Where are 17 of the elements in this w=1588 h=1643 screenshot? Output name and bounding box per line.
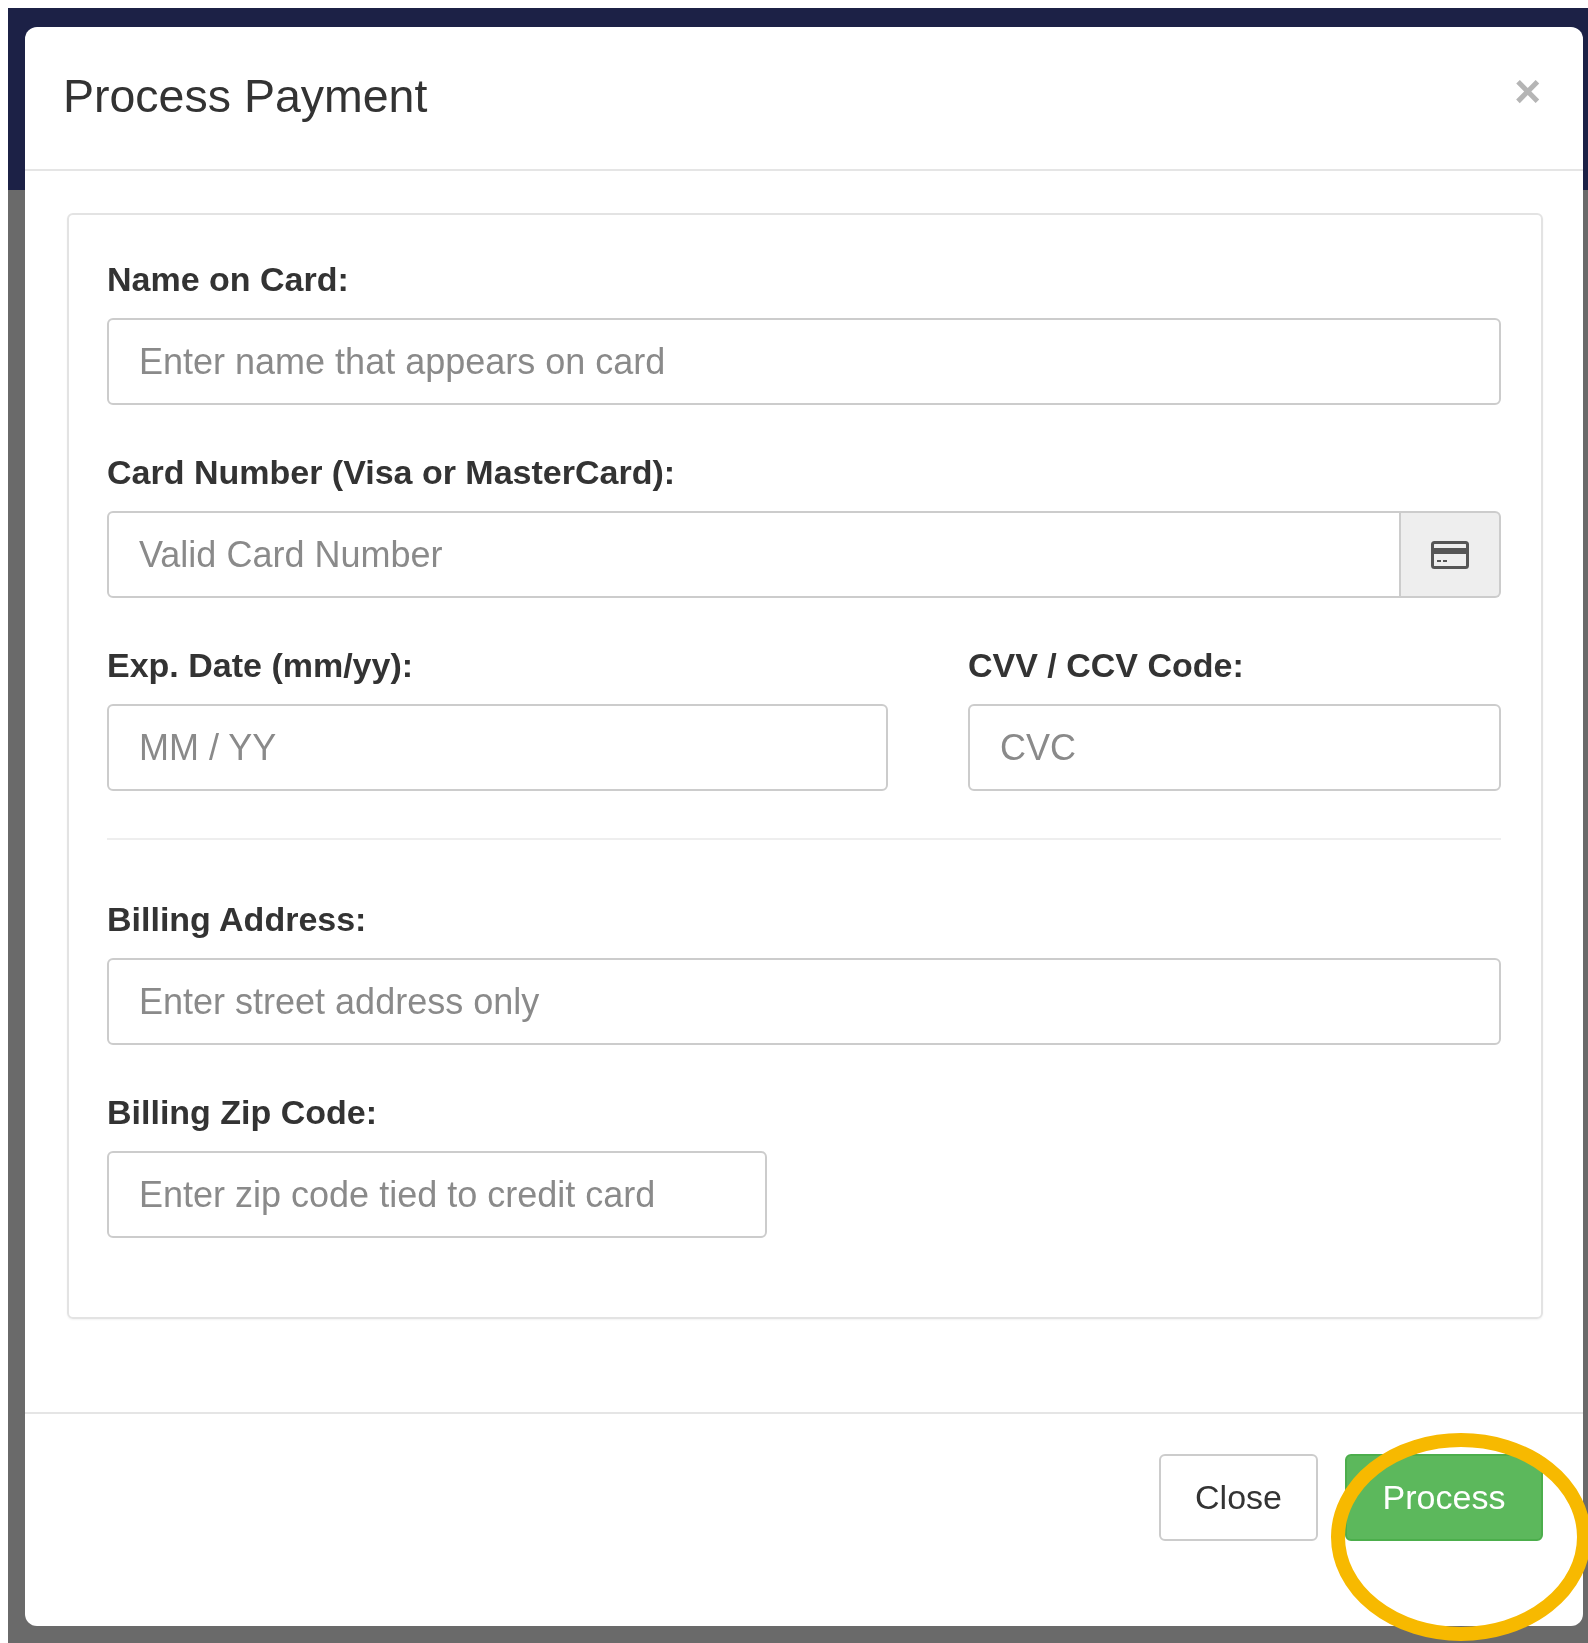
field-label: Name on Card: <box>107 259 350 299</box>
input-field[interactable]: Enter street address only <box>107 958 1501 1045</box>
field-label: CVV / CCV Code: <box>968 645 1245 685</box>
close-dialog-button[interactable]: Close <box>1159 1454 1318 1541</box>
input-field[interactable]: MM / YY <box>107 704 888 791</box>
dialog-title: Process Payment <box>63 70 428 122</box>
input-field[interactable]: Enter zip code tied to credit card <box>107 1151 767 1238</box>
field-label: Card Number (Visa or MasterCard): <box>107 452 677 492</box>
field-label: Exp. Date (mm/yy): <box>107 645 415 685</box>
credit-card-icon <box>1431 540 1469 569</box>
input-field[interactable]: Enter name that appears on card <box>107 318 1501 405</box>
input-field[interactable]: CVC <box>968 704 1501 791</box>
field-label: Billing Address: <box>107 899 368 939</box>
process-button[interactable]: Process <box>1345 1454 1543 1541</box>
field-label: Billing Zip Code: <box>107 1092 379 1132</box>
card-number-field[interactable]: Valid Card Number <box>107 511 1401 598</box>
close-button[interactable]: × <box>1514 68 1541 114</box>
